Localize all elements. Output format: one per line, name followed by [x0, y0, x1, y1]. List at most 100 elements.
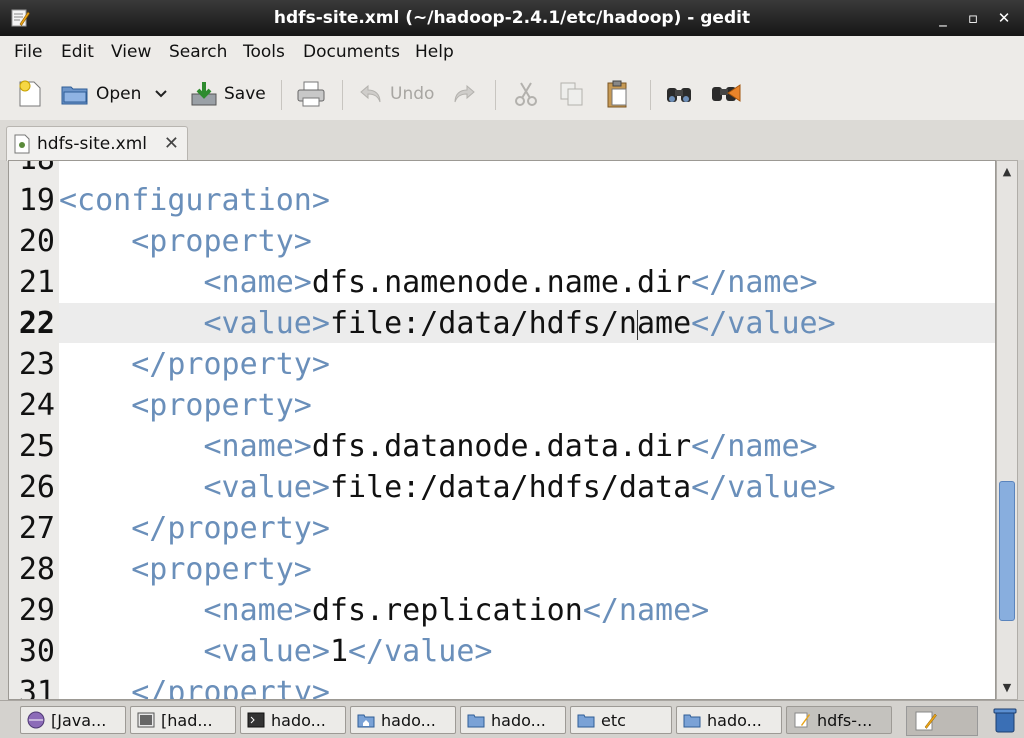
- undo-button[interactable]: Undo: [358, 78, 434, 110]
- menu-edit[interactable]: Edit: [61, 36, 94, 68]
- editor-line: 23 </property>: [9, 344, 995, 385]
- line-number: 23: [18, 347, 55, 382]
- editor-line: 24 <property>: [9, 385, 995, 426]
- xml-text: dfs.replication: [311, 593, 583, 628]
- binoculars-icon: [667, 88, 691, 102]
- menu-documents[interactable]: Documents: [303, 36, 400, 68]
- line-number: 29: [18, 593, 55, 628]
- trash-button[interactable]: [992, 706, 1018, 734]
- find-button[interactable]: [664, 78, 694, 110]
- taskbar-item-folder-2[interactable]: hado...: [676, 706, 782, 734]
- folder-icon: [577, 714, 595, 728]
- line-number: 27: [18, 511, 55, 546]
- toolbar-separator: [495, 80, 496, 110]
- line-number: 18: [9, 161, 55, 180]
- editor-line: 27 </property>: [9, 508, 995, 549]
- find-replace-icon: [712, 84, 741, 102]
- title-bar: hdfs-site.xml (~/hadoop-2.4.1/etc/hadoop…: [0, 0, 1024, 36]
- editor-line: 18: [9, 161, 995, 180]
- xml-tag: </name>: [582, 593, 710, 628]
- paste-button[interactable]: [604, 78, 632, 110]
- copy-icon: [560, 82, 583, 106]
- xml-tag: </value>: [348, 634, 493, 669]
- menu-tools[interactable]: Tools: [243, 36, 285, 68]
- window-title: hdfs-site.xml (~/hadoop-2.4.1/etc/hadoop…: [273, 8, 751, 28]
- minimize-button[interactable]: _: [932, 8, 954, 28]
- scroll-up-icon[interactable]: ▲: [997, 163, 1017, 181]
- taskbar-item-terminal-2[interactable]: hado...: [240, 706, 346, 734]
- xml-text: 1: [329, 634, 348, 669]
- menu-view[interactable]: View: [111, 36, 151, 68]
- java-icon: [27, 711, 45, 729]
- cut-button[interactable]: [512, 78, 540, 110]
- xml-tag: <name>: [203, 593, 312, 628]
- tab-strip: hdfs-site.xml ✕: [0, 120, 1024, 161]
- toolbar-separator: [650, 80, 651, 110]
- taskbar-item-java[interactable]: [Java...: [20, 706, 126, 734]
- xml-tag: </property>: [131, 511, 330, 546]
- folder-icon: [467, 714, 485, 728]
- workspace-switcher[interactable]: [906, 706, 978, 736]
- xml-text: file:/data/hdfs/n: [329, 306, 637, 341]
- xml-tag: <value>: [203, 306, 330, 341]
- menu-file[interactable]: File: [14, 36, 42, 68]
- xml-text: dfs.datanode.data.dir: [311, 429, 692, 464]
- taskbar: [Java... [had... hado... hado... hado...…: [0, 700, 1024, 738]
- scissors-icon: [515, 82, 537, 106]
- maximize-button[interactable]: ▫: [962, 8, 984, 28]
- home-folder-icon: [357, 714, 375, 728]
- find-replace-button[interactable]: [710, 78, 742, 110]
- gedit-icon: [915, 711, 937, 731]
- taskbar-item-gedit[interactable]: hdfs-...: [786, 706, 892, 734]
- taskbar-item-etc-folder[interactable]: etc: [570, 706, 672, 734]
- printer-icon: [297, 81, 325, 107]
- tab-hdfs-site[interactable]: hdfs-site.xml ✕: [6, 126, 188, 161]
- xml-tag: <property>: [131, 388, 312, 423]
- xml-text: file:/data/hdfs/data: [329, 470, 692, 505]
- tab-label: hdfs-site.xml: [37, 134, 147, 154]
- save-label: Save: [224, 84, 266, 104]
- copy-button[interactable]: [558, 78, 586, 110]
- line-number: 22: [18, 306, 55, 341]
- menu-help[interactable]: Help: [415, 36, 454, 68]
- xml-tag: <configuration>: [59, 183, 330, 218]
- menu-search[interactable]: Search: [169, 36, 227, 68]
- line-number: 31: [18, 675, 55, 700]
- vertical-scrollbar[interactable]: ▲ ▼: [996, 160, 1018, 700]
- xml-tag: </property>: [131, 675, 330, 700]
- line-number: 21: [18, 265, 55, 300]
- xml-tag: <property>: [131, 224, 312, 259]
- scrollbar-thumb[interactable]: [999, 481, 1015, 621]
- editor-line: 25 <name>dfs.datanode.data.dir</name>: [9, 426, 995, 467]
- new-button[interactable]: [16, 78, 44, 110]
- open-button[interactable]: Open: [60, 78, 141, 110]
- undo-icon: [360, 84, 381, 103]
- print-button[interactable]: [296, 78, 326, 110]
- line-number: 26: [18, 470, 55, 505]
- xml-tag: <value>: [203, 634, 330, 669]
- xml-tag: </property>: [131, 347, 330, 382]
- xml-text: ame: [636, 306, 692, 341]
- paste-icon: [607, 80, 627, 108]
- close-window-button[interactable]: ✕: [993, 8, 1015, 28]
- document-icon: [14, 134, 30, 154]
- editor-line: 29 <name>dfs.replication</name>: [9, 590, 995, 631]
- close-tab-icon[interactable]: ✕: [164, 134, 179, 154]
- taskbar-item-terminal-1[interactable]: [had...: [130, 706, 236, 734]
- undo-label: Undo: [390, 84, 435, 104]
- save-icon: [191, 82, 217, 106]
- xml-text: dfs.namenode.name.dir: [311, 265, 692, 300]
- xml-tag: <value>: [203, 470, 330, 505]
- scroll-down-icon[interactable]: ▼: [997, 679, 1017, 697]
- text-editor[interactable]: 18 19 <configuration> 20 <property> 21 <…: [8, 160, 996, 700]
- redo-button[interactable]: [451, 78, 477, 110]
- xml-tag: <name>: [203, 265, 312, 300]
- save-button[interactable]: Save: [190, 78, 266, 110]
- terminal-icon: [247, 712, 265, 728]
- open-label: Open: [96, 84, 142, 104]
- taskbar-item-folder-1[interactable]: hado...: [460, 706, 566, 734]
- open-dropdown-button[interactable]: [154, 78, 168, 110]
- taskbar-item-home-folder[interactable]: hado...: [350, 706, 456, 734]
- toolbar-separator: [342, 80, 343, 110]
- new-document-icon: [19, 80, 41, 107]
